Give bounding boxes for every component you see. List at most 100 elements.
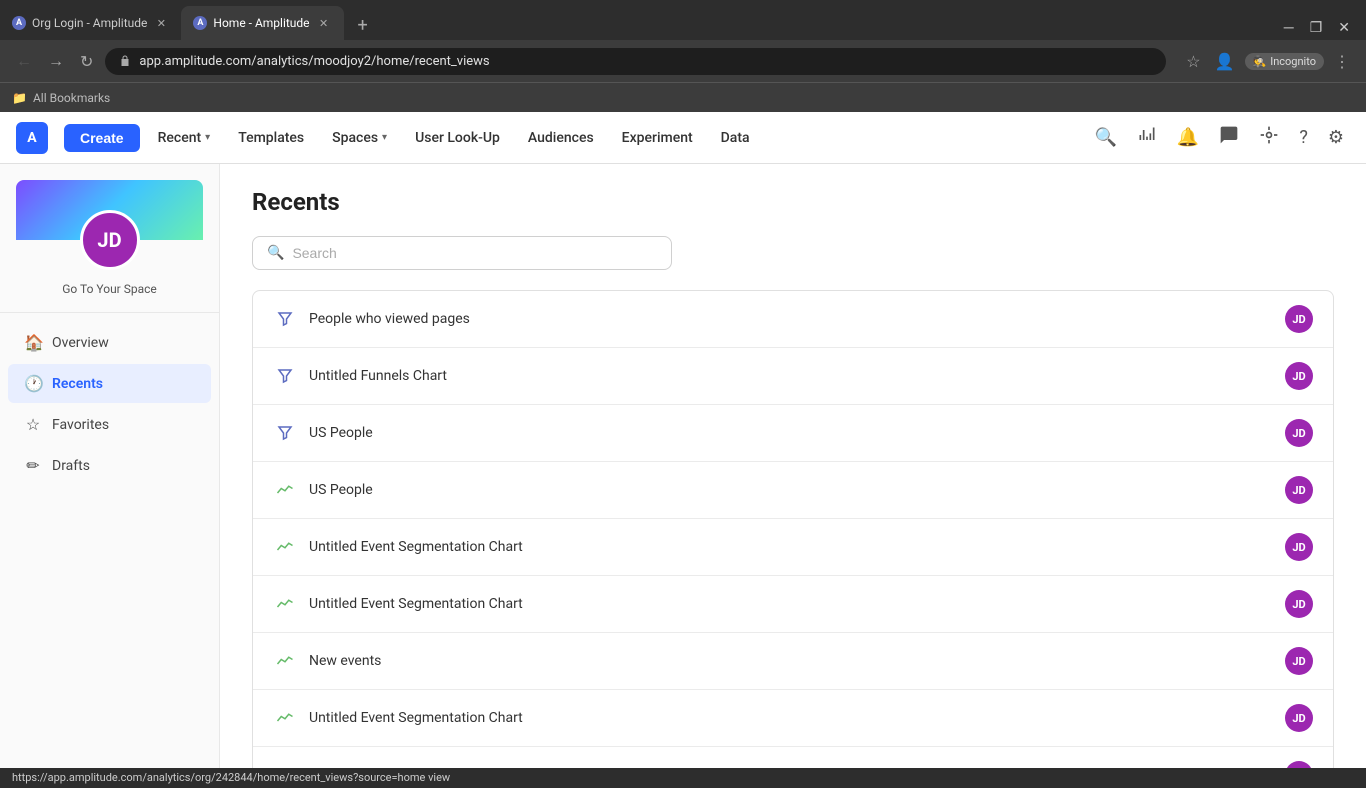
item-owner-avatar: JD xyxy=(1285,761,1313,768)
app: A Create Recent ▾ Templates Spaces ▾ Use… xyxy=(0,112,1366,768)
nav-item-audiences[interactable]: Audiences xyxy=(518,124,604,152)
browser-chrome: A Org Login - Amplitude ✕ A Home - Ampli… xyxy=(0,0,1366,112)
star-icon: ☆ xyxy=(24,415,42,434)
item-owner-avatar: JD xyxy=(1285,476,1313,504)
bookmarks-label: All Bookmarks xyxy=(33,91,110,105)
sidebar-item-favorites[interactable]: ☆ Favorites xyxy=(8,405,211,444)
window-controls: ─ ❐ ✕ xyxy=(1280,19,1366,40)
search-bar[interactable]: 🔍 xyxy=(252,236,672,270)
nav-item-data[interactable]: Data xyxy=(711,124,760,152)
item-name: Untitled Event Segmentation Chart xyxy=(309,539,1285,555)
address-bar: ← → ↻ app.amplitude.com/analytics/moodjo… xyxy=(0,40,1366,82)
tab-home-title: Home - Amplitude xyxy=(213,16,309,30)
tab-home-close[interactable]: ✕ xyxy=(316,15,332,31)
recents-panel: Recents 🔍 People who viewed pagesJD Unti… xyxy=(220,164,1366,768)
recents-list: People who viewed pagesJD Untitled Funne… xyxy=(252,290,1334,768)
recent-arrow-icon: ▾ xyxy=(205,132,210,143)
back-button[interactable]: ← xyxy=(12,47,36,75)
item-owner-avatar: JD xyxy=(1285,704,1313,732)
item-name: Untitled Event Segmentation Chart xyxy=(309,596,1285,612)
item-name: US People xyxy=(309,425,1285,441)
maximize-button[interactable]: ❐ xyxy=(1306,20,1327,36)
chat-icon[interactable] xyxy=(1213,119,1245,156)
recents-title: Recents xyxy=(252,188,1334,216)
tab-org-title: Org Login - Amplitude xyxy=(32,16,147,30)
lock-icon xyxy=(119,55,131,67)
item-name: US People xyxy=(309,482,1285,498)
list-item[interactable]: Untitled Event Segmentation ChartJD xyxy=(253,576,1333,633)
status-bar: https://app.amplitude.com/analytics/org/… xyxy=(0,768,1366,788)
analytics-icon[interactable] xyxy=(1131,119,1163,156)
tab-org[interactable]: A Org Login - Amplitude ✕ xyxy=(0,6,181,40)
sidebar-profile: JD Go To Your Space xyxy=(0,164,219,313)
segment-icon xyxy=(273,478,297,502)
nav-item-experiment[interactable]: Experiment xyxy=(612,124,703,152)
tab-home-favicon: A xyxy=(193,16,207,30)
list-item[interactable]: New eventsJD xyxy=(253,633,1333,690)
nav-item-templates[interactable]: Templates xyxy=(228,124,314,152)
create-button[interactable]: Create xyxy=(64,124,140,152)
funnel-icon xyxy=(273,307,297,331)
house-icon: 🏠 xyxy=(24,333,42,352)
list-item[interactable]: Untitled Event Segmentation ChartJD xyxy=(253,519,1333,576)
clock-icon: 🕐 xyxy=(24,374,42,393)
go-to-space-link[interactable]: Go To Your Space xyxy=(62,282,157,296)
url-bar[interactable]: app.amplitude.com/analytics/moodjoy2/hom… xyxy=(105,48,1166,75)
sidebar-item-drafts[interactable]: ✏ Drafts xyxy=(8,446,211,485)
segment-icon xyxy=(273,535,297,559)
list-item[interactable]: People who viewed pagesJD xyxy=(253,291,1333,348)
spaces-arrow-icon: ▾ xyxy=(382,132,387,143)
forward-button[interactable]: → xyxy=(44,47,68,75)
incognito-icon: 🕵 xyxy=(1253,55,1267,68)
menu-button[interactable]: ⋮ xyxy=(1330,48,1354,75)
item-owner-avatar: JD xyxy=(1285,419,1313,447)
pencil-icon: ✏ xyxy=(24,456,42,475)
crosshair-icon[interactable] xyxy=(1253,119,1285,156)
nav-item-recent[interactable]: Recent ▾ xyxy=(148,124,221,152)
close-window-button[interactable]: ✕ xyxy=(1334,20,1354,36)
item-name: People who viewed pages xyxy=(309,311,1285,327)
status-url: https://app.amplitude.com/analytics/org/… xyxy=(12,771,450,784)
avatar[interactable]: JD xyxy=(80,210,140,270)
item-owner-avatar: JD xyxy=(1285,647,1313,675)
notification-icon[interactable]: 🔔 xyxy=(1171,121,1205,154)
item-name: Untitled Funnels Chart xyxy=(309,368,1285,384)
list-item[interactable]: Untitled Funnels ChartJD xyxy=(253,348,1333,405)
list-item[interactable]: New eventsJD xyxy=(253,747,1333,768)
list-item[interactable]: Untitled Event Segmentation ChartJD xyxy=(253,690,1333,747)
list-item[interactable]: US PeopleJD xyxy=(253,405,1333,462)
sidebar: JD Go To Your Space 🏠 Overview 🕐 Recents… xyxy=(0,164,220,768)
list-item[interactable]: US PeopleJD xyxy=(253,462,1333,519)
item-owner-avatar: JD xyxy=(1285,533,1313,561)
star-toolbar-icon[interactable]: ☆ xyxy=(1182,48,1204,75)
funnel-icon xyxy=(273,364,297,388)
search-bar-icon: 🔍 xyxy=(267,245,284,261)
minimize-button[interactable]: ─ xyxy=(1280,19,1298,36)
item-owner-avatar: JD xyxy=(1285,590,1313,618)
help-icon[interactable]: ? xyxy=(1293,121,1314,154)
tab-org-close[interactable]: ✕ xyxy=(153,15,169,31)
search-input[interactable] xyxy=(292,245,657,261)
funnel-icon xyxy=(273,421,297,445)
item-name: New events xyxy=(309,653,1285,669)
sidebar-item-recents[interactable]: 🕐 Recents xyxy=(8,364,211,403)
bookmarks-folder-icon: 📁 xyxy=(12,91,27,105)
sidebar-nav: 🏠 Overview 🕐 Recents ☆ Favorites ✏ Draft… xyxy=(0,313,219,495)
segment-icon xyxy=(273,706,297,730)
new-tab-button[interactable]: + xyxy=(348,10,378,40)
tab-home[interactable]: A Home - Amplitude ✕ xyxy=(181,6,343,40)
amplitude-logo[interactable]: A xyxy=(16,122,48,154)
reload-button[interactable]: ↻ xyxy=(76,48,97,75)
funnel-icon xyxy=(273,763,297,768)
profile-toolbar-icon[interactable]: 👤 xyxy=(1211,48,1239,75)
item-name: Untitled Event Segmentation Chart xyxy=(309,710,1285,726)
nav-item-spaces[interactable]: Spaces ▾ xyxy=(322,124,397,152)
main-content: JD Go To Your Space 🏠 Overview 🕐 Recents… xyxy=(0,164,1366,768)
tab-bar: A Org Login - Amplitude ✕ A Home - Ampli… xyxy=(0,0,1366,40)
settings-icon[interactable]: ⚙ xyxy=(1322,121,1350,154)
nav-item-user-lookup[interactable]: User Look-Up xyxy=(405,124,510,152)
bookmarks-bar: 📁 All Bookmarks xyxy=(0,82,1366,112)
search-icon[interactable]: 🔍 xyxy=(1089,121,1123,154)
incognito-badge: 🕵 Incognito xyxy=(1245,53,1325,70)
sidebar-item-overview[interactable]: 🏠 Overview xyxy=(8,323,211,362)
